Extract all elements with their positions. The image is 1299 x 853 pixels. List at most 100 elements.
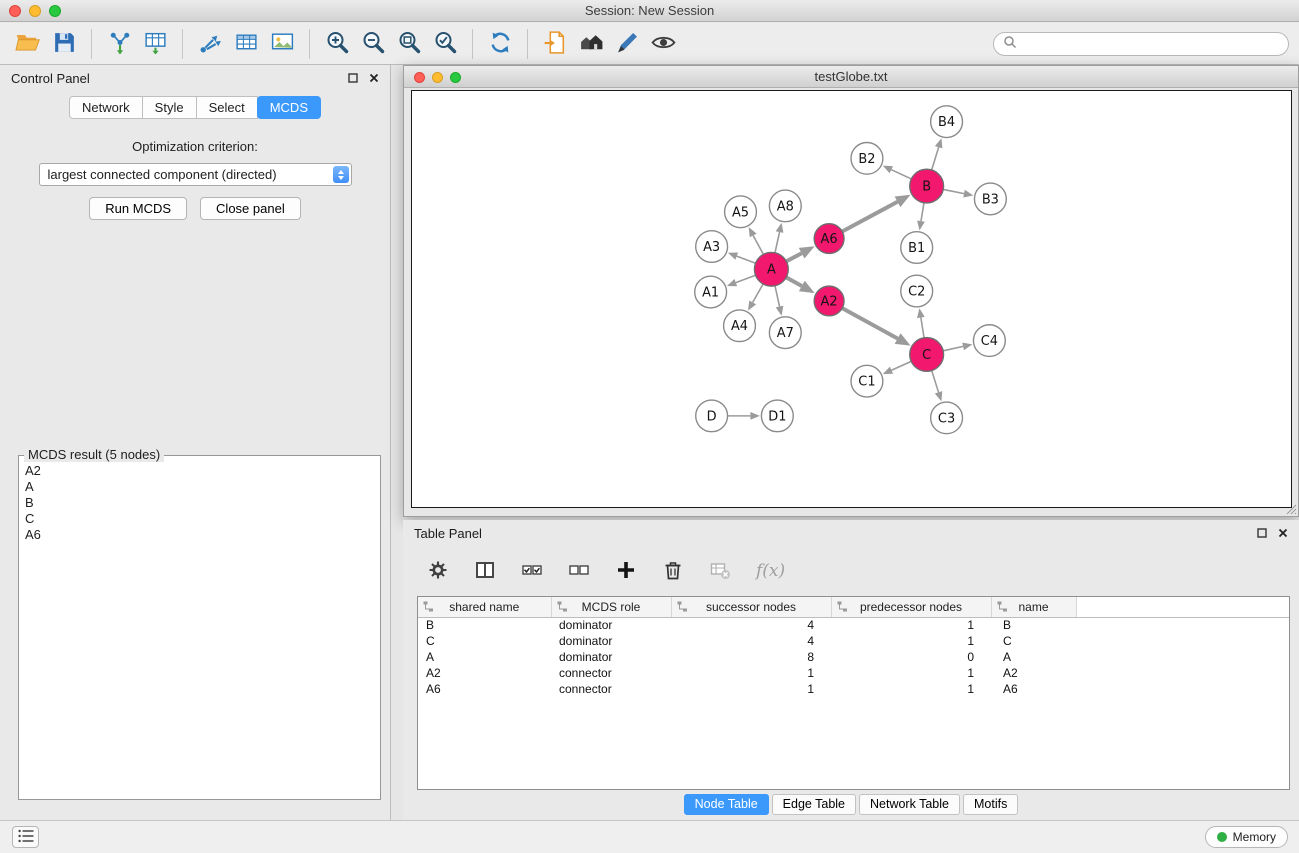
node-C[interactable]: C xyxy=(910,338,944,372)
edge-B-B2[interactable] xyxy=(891,170,911,179)
node-C4[interactable]: C4 xyxy=(973,325,1005,357)
table-cell[interactable]: 4 xyxy=(671,617,831,633)
node-A5[interactable]: A5 xyxy=(725,196,757,228)
open-folder-button[interactable] xyxy=(10,26,46,62)
close-panel-button[interactable]: Close panel xyxy=(200,197,301,220)
tab-network-table[interactable]: Network Table xyxy=(859,794,960,815)
table-cell[interactable]: connector xyxy=(551,681,671,697)
edge-A-A6[interactable] xyxy=(786,253,801,261)
table-cell[interactable]: connector xyxy=(551,665,671,681)
table-cell[interactable]: 1 xyxy=(831,665,991,681)
edge-A-A5[interactable] xyxy=(753,235,763,254)
network-close-button[interactable] xyxy=(414,72,425,83)
edge-C-C3[interactable] xyxy=(932,371,939,393)
houses-button[interactable] xyxy=(573,26,609,62)
close-table-panel-icon[interactable] xyxy=(1278,528,1288,538)
column-header-name[interactable]: name xyxy=(991,597,1076,617)
network-minimize-button[interactable] xyxy=(432,72,443,83)
panel-splitter[interactable] xyxy=(391,65,403,820)
tab-edge-table[interactable]: Edge Table xyxy=(772,794,856,815)
table-cell[interactable]: 1 xyxy=(831,617,991,633)
node-A1[interactable]: A1 xyxy=(695,276,727,308)
zoom-fit-button[interactable] xyxy=(391,26,427,62)
table-cell[interactable]: 8 xyxy=(671,649,831,665)
node-B4[interactable]: B4 xyxy=(931,106,963,138)
table-cell[interactable]: C xyxy=(991,633,1076,649)
edge-A-A2[interactable] xyxy=(786,277,802,286)
table-cell[interactable]: A2 xyxy=(991,665,1076,681)
mcds-result-item[interactable]: B xyxy=(25,495,374,511)
mcds-result-item[interactable]: C xyxy=(25,511,374,527)
node-A7[interactable]: A7 xyxy=(769,317,801,349)
save-button[interactable] xyxy=(46,26,82,62)
network-zoom-button[interactable] xyxy=(450,72,461,83)
node-C3[interactable]: C3 xyxy=(931,402,963,434)
zoom-selected-button[interactable] xyxy=(427,26,463,62)
node-C2[interactable]: C2 xyxy=(901,275,933,307)
table-cell[interactable]: dominator xyxy=(551,617,671,633)
import-network-button[interactable] xyxy=(101,26,137,62)
edge-C-C1[interactable] xyxy=(891,361,911,370)
edge-A-A1[interactable] xyxy=(736,275,756,282)
table-cell[interactable]: dominator xyxy=(551,649,671,665)
close-panel-icon[interactable] xyxy=(369,73,379,83)
table-cell[interactable]: A xyxy=(418,649,551,665)
refresh-button[interactable] xyxy=(482,26,518,62)
node-B2[interactable]: B2 xyxy=(851,143,883,175)
table-cell[interactable]: 0 xyxy=(831,649,991,665)
table-row[interactable]: A6connector11A6 xyxy=(418,681,1289,697)
memory-button[interactable]: Memory xyxy=(1205,826,1288,848)
edge-B-B1[interactable] xyxy=(921,203,924,221)
search-box[interactable] xyxy=(993,32,1289,56)
edge-A2-C[interactable] xyxy=(842,308,897,338)
task-history-button[interactable] xyxy=(12,826,39,848)
table-cell[interactable]: 1 xyxy=(671,665,831,681)
edge-A-A3[interactable] xyxy=(737,256,756,263)
node-B1[interactable]: B1 xyxy=(901,232,933,264)
gear-button[interactable] xyxy=(423,556,453,586)
table-cell[interactable]: 4 xyxy=(671,633,831,649)
table-cell[interactable]: 1 xyxy=(831,681,991,697)
node-A4[interactable]: A4 xyxy=(724,310,756,342)
table-row[interactable]: Adominator80A xyxy=(418,649,1289,665)
eye-button[interactable] xyxy=(645,26,681,62)
fx-function-button[interactable]: f(x) xyxy=(756,561,785,581)
node-B3[interactable]: B3 xyxy=(974,183,1006,215)
mcds-result-item[interactable]: A xyxy=(25,479,374,495)
mcds-result-item[interactable]: A6 xyxy=(25,527,374,543)
tab-node-table[interactable]: Node Table xyxy=(684,794,769,815)
zoom-out-button[interactable] xyxy=(355,26,391,62)
node-A[interactable]: A xyxy=(754,252,788,286)
import-table-button[interactable] xyxy=(137,26,173,62)
node-A3[interactable]: A3 xyxy=(696,231,728,263)
zoom-in-button[interactable] xyxy=(319,26,355,62)
float-table-panel-icon[interactable] xyxy=(1257,528,1267,538)
close-window-button[interactable] xyxy=(9,5,21,17)
edge-B-B3[interactable] xyxy=(943,189,964,193)
table-row[interactable]: Bdominator41B xyxy=(418,617,1289,633)
float-panel-icon[interactable] xyxy=(348,73,358,83)
tab-mcds[interactable]: MCDS xyxy=(257,96,321,119)
tab-network[interactable]: Network xyxy=(69,96,143,119)
tab-select[interactable]: Select xyxy=(196,96,258,119)
run-mcds-button[interactable]: Run MCDS xyxy=(89,197,187,220)
table-cell[interactable]: B xyxy=(418,617,551,633)
table-cell[interactable]: dominator xyxy=(551,633,671,649)
table-row[interactable]: Cdominator41C xyxy=(418,633,1289,649)
add-button[interactable] xyxy=(611,556,641,586)
node-D[interactable]: D xyxy=(696,400,728,432)
edge-A-A8[interactable] xyxy=(775,232,780,253)
column-header-shared-name[interactable]: shared name xyxy=(418,597,551,617)
trash-button[interactable] xyxy=(658,556,688,586)
edge-C-C4[interactable] xyxy=(943,346,963,350)
search-input[interactable] xyxy=(1022,36,1279,51)
export-network-button[interactable] xyxy=(192,26,228,62)
mcds-result-item[interactable]: A2 xyxy=(25,463,374,479)
edge-B-B4[interactable] xyxy=(932,147,939,170)
table-cell[interactable]: B xyxy=(991,617,1076,633)
node-A2[interactable]: A2 xyxy=(814,286,844,316)
table-cell[interactable]: A6 xyxy=(991,681,1076,697)
tab-motifs[interactable]: Motifs xyxy=(963,794,1018,815)
node-A8[interactable]: A8 xyxy=(769,190,801,222)
zoom-window-button[interactable] xyxy=(49,5,61,17)
